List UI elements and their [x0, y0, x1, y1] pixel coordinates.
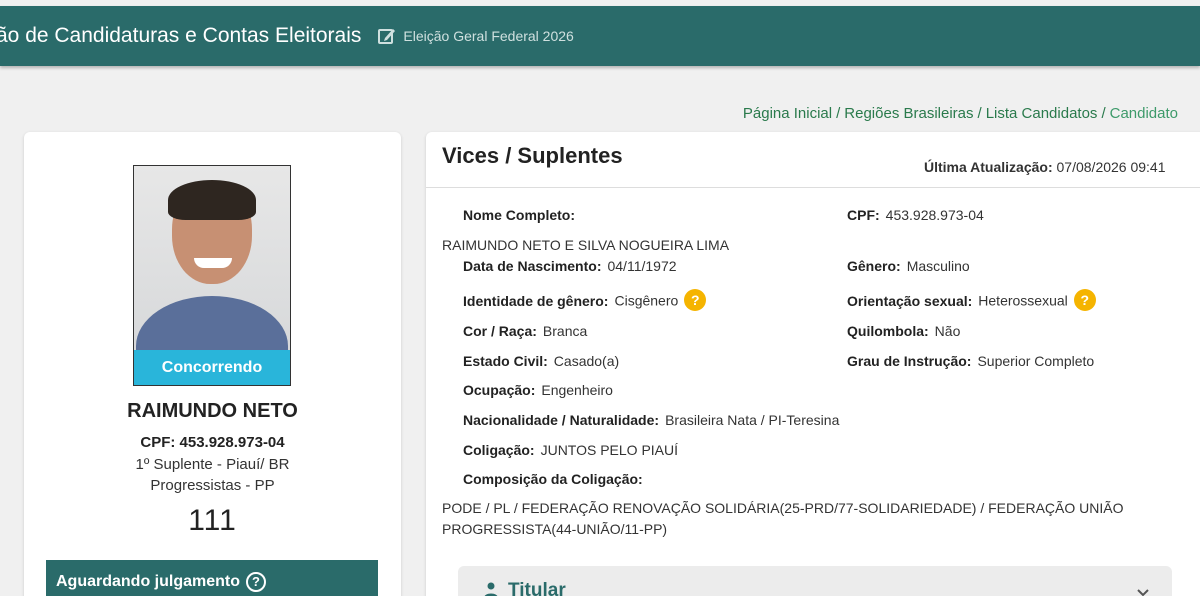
field-value: Engenheiro: [541, 382, 613, 398]
chevron-down-icon[interactable]: [1136, 586, 1150, 596]
judgement-status: Aguardando julgamento ?: [46, 560, 378, 596]
field-value: Superior Completo: [977, 353, 1095, 369]
breadcrumb-candidate-list[interactable]: Lista Candidatos: [986, 105, 1098, 122]
candidate-card: Concorrendo RAIMUNDO NETO CPF: 453.928.9…: [24, 132, 401, 596]
breadcrumb-separator: /: [836, 105, 841, 122]
field-label: Quilombola:: [847, 323, 929, 339]
field-label: Grau de Instrução:: [847, 353, 972, 369]
field-gender-identity: Identidade de gênero: Cisgênero?: [463, 289, 707, 313]
field-value: Brasileira Nata / PI-Teresina: [665, 412, 840, 428]
status-badge: Concorrendo: [134, 350, 290, 385]
field-birth-date: Data de Nascimento: 04/11/1972: [463, 258, 677, 274]
help-circle-icon[interactable]: ?: [246, 572, 266, 592]
field-value: Masculino: [906, 258, 970, 274]
field-education: Grau de Instrução: Superior Completo: [847, 353, 1094, 369]
breadcrumb-regions[interactable]: Regiões Brasileiras: [844, 105, 973, 122]
field-label: Composição da Coligação:: [463, 471, 643, 487]
field-label: Gênero:: [847, 258, 901, 274]
field-race: Cor / Raça: Branca: [463, 323, 587, 339]
field-value: JUNTOS PELO PIAUÍ: [540, 442, 679, 458]
photo-smile: [194, 258, 232, 268]
field-label: Coligação:: [463, 442, 535, 458]
field-cpf: CPF: 453.928.973-04: [847, 207, 984, 223]
field-value: Não: [934, 323, 961, 339]
breadcrumb-current: Candidato: [1109, 105, 1178, 122]
last-updated-value: 07/08/2026 09:41: [1056, 159, 1166, 175]
field-value: Casado(a): [553, 353, 620, 369]
breadcrumb-separator: /: [1101, 105, 1106, 122]
help-icon[interactable]: ?: [684, 289, 707, 311]
field-gender: Gênero: Masculino: [847, 258, 970, 274]
field-label: CPF:: [847, 207, 880, 223]
photo-hair: [168, 180, 256, 220]
field-value: 453.928.973-04: [885, 207, 984, 223]
details-card: Vices / Suplentes Última Atualização: 07…: [426, 132, 1200, 596]
top-bar: ão de Candidaturas e Contas Eleitorais E…: [0, 6, 1200, 66]
details-header: Vices / Suplentes Última Atualização: 07…: [426, 132, 1200, 188]
titular-accordion[interactable]: Titular: [458, 566, 1172, 596]
help-icon[interactable]: ?: [1073, 289, 1096, 311]
candidate-party: Progressistas - PP: [150, 477, 275, 494]
election-name: Eleição Geral Federal 2026: [403, 28, 574, 44]
field-full-name: Nome Completo:: [463, 207, 581, 223]
person-icon: [484, 582, 498, 596]
candidate-name: RAIMUNDO NETO: [127, 400, 298, 422]
field-label: Orientação sexual:: [847, 292, 973, 309]
field-label: Nome Completo:: [463, 207, 575, 223]
field-value: 04/11/1972: [607, 258, 677, 274]
field-label: Nacionalidade / Naturalidade:: [463, 412, 660, 428]
candidate-cpf: CPF: 453.928.973-04: [140, 434, 285, 451]
field-nationality: Nacionalidade / Naturalidade: Brasileira …: [463, 412, 839, 428]
coalition-composition-value: PODE / PL / FEDERAÇÃO RENOVAÇÃO SOLIDÁRI…: [442, 500, 1124, 537]
edit-icon[interactable]: [377, 26, 397, 46]
field-label: Ocupação:: [463, 382, 536, 398]
field-coalition-composition: Composição da Coligação:: [463, 471, 649, 487]
field-value: Cisgênero: [614, 292, 679, 309]
field-quilombola: Quilombola: Não: [847, 323, 960, 339]
candidate-photo: Concorrendo: [133, 165, 291, 386]
field-value: Heterossexual: [978, 292, 1068, 309]
field-value: Branca: [542, 323, 588, 339]
field-label: Estado Civil:: [463, 353, 548, 369]
candidate-role: 1º Suplente - Piauí/ BR: [135, 456, 290, 473]
field-label: Identidade de gênero:: [463, 292, 609, 309]
field-coalition: Coligação: JUNTOS PELO PIAUÍ: [463, 442, 678, 458]
field-occupation: Ocupação: Engenheiro: [463, 382, 613, 398]
full-name-value: RAIMUNDO NETO E SILVA NOGUEIRA LIMA: [442, 237, 730, 253]
field-label: Data de Nascimento:: [463, 258, 602, 274]
candidate-number: 111: [188, 504, 237, 537]
field-civil-status: Estado Civil: Casado(a): [463, 353, 619, 369]
last-updated-label: Última Atualização:: [924, 159, 1053, 175]
section-title: Vices / Suplentes: [442, 143, 623, 168]
app-title: ão de Candidaturas e Contas Eleitorais: [0, 24, 362, 47]
breadcrumb: Página Inicial / Regiões Brasileiras / Lista…: [743, 105, 1178, 122]
breadcrumb-home[interactable]: Página Inicial: [743, 105, 832, 122]
judgement-label: Aguardando julgamento: [56, 573, 240, 590]
last-updated: Última Atualização: 07/08/2026 09:41: [924, 159, 1166, 175]
field-sexual-orientation: Orientação sexual: Heterossexual?: [847, 289, 1096, 313]
breadcrumb-separator: /: [977, 105, 982, 122]
accordion-label: Titular: [508, 580, 566, 596]
field-label: Cor / Raça:: [463, 323, 537, 339]
